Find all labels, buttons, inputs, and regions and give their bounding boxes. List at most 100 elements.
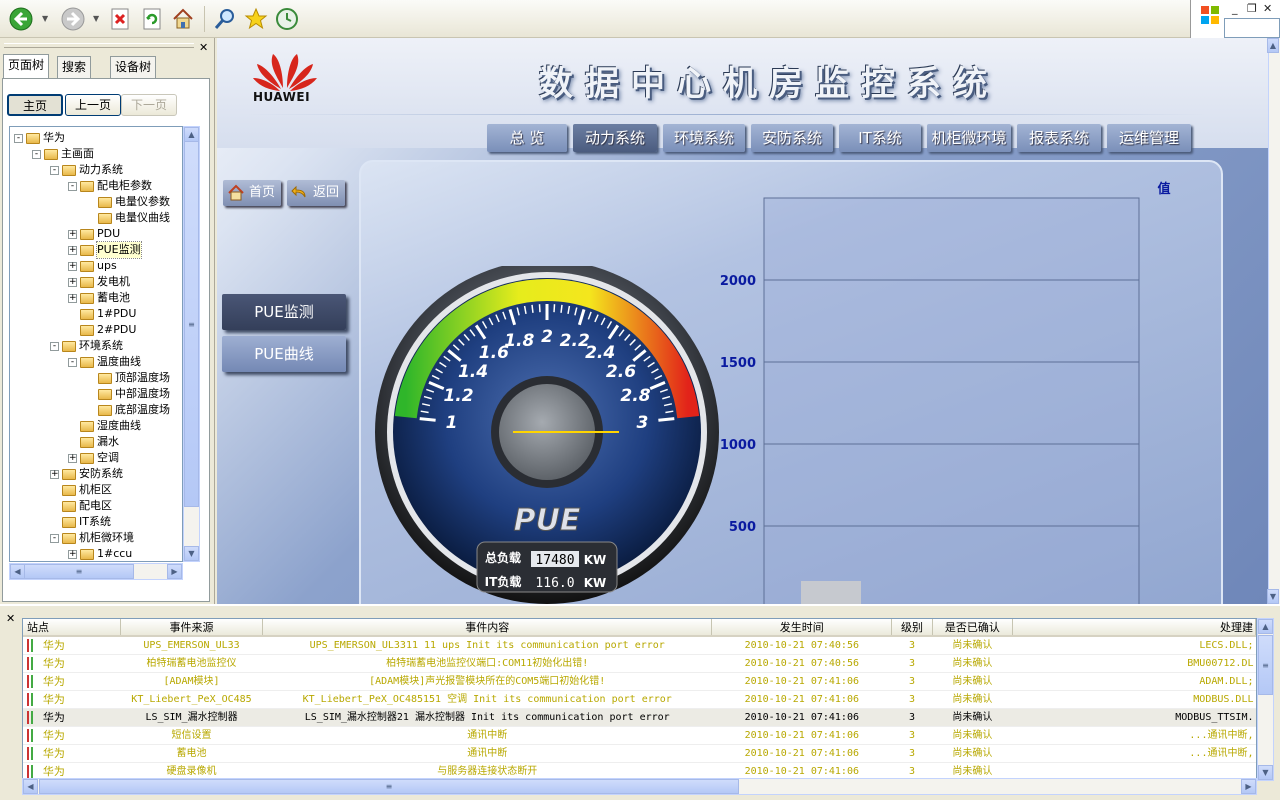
tree-expander-icon[interactable]: - bbox=[50, 165, 59, 175]
tree-node-label[interactable]: 中部温度场 bbox=[115, 386, 170, 402]
event-panel-close-icon[interactable]: ✕ bbox=[6, 612, 15, 625]
tree-node[interactable]: - 机柜微环境 bbox=[50, 530, 134, 546]
event-scroll-thumb[interactable]: ≡ bbox=[1258, 635, 1273, 695]
tab-overview[interactable]: 总 览 bbox=[487, 124, 567, 152]
scroll-left-icon[interactable]: ◀ bbox=[10, 564, 25, 579]
tree-node[interactable]: - 配电柜参数 bbox=[68, 178, 152, 194]
pue-monitor-button[interactable]: PUE监测 bbox=[222, 294, 346, 330]
tree-node[interactable]: + 发电机 bbox=[68, 274, 130, 290]
tree-node-label[interactable]: 电量仪曲线 bbox=[115, 210, 170, 226]
tree-node-label[interactable]: 湿度曲线 bbox=[97, 418, 141, 434]
tree-node[interactable]: - 温度曲线 bbox=[68, 354, 141, 370]
back-icon[interactable] bbox=[8, 6, 34, 32]
tree-expander-icon[interactable]: + bbox=[68, 277, 77, 287]
col-acknowledged[interactable]: 是否已确认 bbox=[932, 619, 1013, 637]
panel-close-icon[interactable]: ✕ bbox=[199, 41, 208, 54]
tree-node-label[interactable]: 主画面 bbox=[61, 146, 94, 162]
tree-node[interactable]: - 华为 bbox=[14, 130, 65, 146]
tab-search[interactable]: 搜索 bbox=[57, 56, 92, 78]
tab-security-system[interactable]: 安防系统 bbox=[751, 124, 833, 152]
tree-expander-icon[interactable]: + bbox=[68, 293, 77, 303]
tree-node[interactable]: + 空调 bbox=[68, 450, 119, 466]
tab-it-system[interactable]: IT系统 bbox=[839, 124, 921, 152]
tree-expander-icon[interactable]: - bbox=[50, 341, 59, 351]
tab-page-tree[interactable]: 页面树 bbox=[3, 54, 50, 78]
main-vertical-scrollbar[interactable]: ▲ ▼ bbox=[1267, 38, 1280, 604]
event-scroll-up-icon[interactable]: ▲ bbox=[1258, 619, 1273, 634]
tab-power-system[interactable]: 动力系统 bbox=[573, 124, 657, 152]
tree-node[interactable]: 1#PDU bbox=[68, 306, 136, 322]
tree-node[interactable]: 电量仪曲线 bbox=[86, 210, 170, 226]
tree-node[interactable]: + PDU bbox=[68, 226, 120, 242]
main-scroll-down-icon[interactable]: ▼ bbox=[1267, 589, 1279, 604]
tree-node-label[interactable]: 机柜区 bbox=[79, 482, 112, 498]
tree-expander-icon[interactable]: - bbox=[14, 133, 23, 143]
tree-node-label[interactable]: 底部温度场 bbox=[115, 402, 170, 418]
tree-expander-icon[interactable]: - bbox=[68, 181, 77, 191]
col-source[interactable]: 事件来源 bbox=[120, 619, 263, 637]
stop-icon[interactable] bbox=[107, 6, 133, 32]
event-scroll-right-icon[interactable]: ▶ bbox=[1241, 779, 1256, 794]
col-level[interactable]: 级别 bbox=[891, 619, 933, 637]
history-icon[interactable] bbox=[274, 6, 300, 32]
tree-expander-icon[interactable]: - bbox=[32, 149, 41, 159]
tab-cabinet-microenv[interactable]: 机柜微环境 bbox=[927, 124, 1011, 152]
close-icon[interactable]: ✕ bbox=[1263, 2, 1272, 15]
tree-node[interactable]: + PUE监测 bbox=[68, 241, 142, 259]
tree-expander-icon[interactable]: + bbox=[68, 261, 77, 271]
tree-node[interactable]: + ups bbox=[68, 258, 117, 274]
tree-node-label[interactable]: 配电柜参数 bbox=[97, 178, 152, 194]
hscroll-thumb[interactable]: ≡ bbox=[24, 564, 134, 579]
main-scroll-up-icon[interactable]: ▲ bbox=[1267, 38, 1279, 53]
back-button[interactable]: 返回 bbox=[287, 180, 346, 206]
tree-node-label[interactable]: IT系统 bbox=[79, 514, 111, 530]
tree-node-label[interactable]: 漏水 bbox=[97, 434, 119, 450]
table-row[interactable]: 华为 短信设置 通讯中断 2010-10-21 07:41:06 3 尚未确认 ...通讯中… bbox=[23, 726, 1256, 745]
restore-icon[interactable]: ❐ bbox=[1247, 2, 1257, 15]
tab-device-tree[interactable]: 设备树 bbox=[110, 56, 157, 78]
tree-node-label[interactable]: 2#PDU bbox=[97, 322, 136, 338]
tree-node-label[interactable]: 1#ccu bbox=[97, 546, 132, 561]
tree-node-label[interactable]: 动力系统 bbox=[79, 162, 123, 178]
event-horizontal-scrollbar[interactable]: ◀ ≡ ▶ bbox=[22, 778, 1257, 795]
tree-node-label[interactable]: 空调 bbox=[97, 450, 119, 466]
tree-node-label[interactable]: PUE监测 bbox=[96, 241, 142, 259]
event-scroll-down-icon[interactable]: ▼ bbox=[1258, 765, 1273, 780]
tree-node-label[interactable]: 温度曲线 bbox=[97, 354, 141, 370]
col-content[interactable]: 事件内容 bbox=[262, 619, 713, 637]
table-row[interactable]: 华为 LS_SIM_漏水控制器 LS_SIM_漏水控制器21 漏水控制器 Init … bbox=[23, 708, 1256, 727]
tree-expander-icon[interactable]: - bbox=[68, 357, 77, 367]
tree-node-label[interactable]: 华为 bbox=[43, 130, 65, 146]
scroll-right-icon[interactable]: ▶ bbox=[167, 564, 182, 579]
tree-node[interactable]: 顶部温度场 bbox=[86, 370, 170, 386]
next-page-button[interactable]: 下一页 bbox=[121, 94, 177, 116]
tree-expander-icon[interactable]: - bbox=[50, 533, 59, 543]
home-page-button[interactable]: 主页 bbox=[7, 94, 63, 116]
tree-node-label[interactable]: 电量仪参数 bbox=[115, 194, 170, 210]
tree-node-label[interactable]: 发电机 bbox=[97, 274, 130, 290]
tree-horizontal-scrollbar[interactable]: ◀ ≡ ▶ bbox=[9, 563, 183, 580]
tree-expander-icon[interactable]: + bbox=[68, 549, 77, 559]
scroll-up-icon[interactable]: ▲ bbox=[184, 127, 199, 142]
table-row[interactable]: 华为 [ADAM模块] [ADAM模块]声光报警模块所在的COM5端口初始化错! 20… bbox=[23, 672, 1256, 691]
forward-dropdown-icon[interactable]: ▼ bbox=[93, 14, 99, 23]
tree-node-label[interactable]: 1#PDU bbox=[97, 306, 136, 322]
tree-node-label[interactable]: 安防系统 bbox=[79, 466, 123, 482]
table-row[interactable]: 华为 UPS_EMERSON_UL33 UPS_EMERSON_UL3311 11 … bbox=[23, 636, 1256, 655]
tree-node[interactable]: 2#PDU bbox=[68, 322, 136, 338]
tree-node[interactable]: 湿度曲线 bbox=[68, 418, 141, 434]
tree-node[interactable]: - 主画面 bbox=[32, 146, 94, 162]
tree-expander-icon[interactable]: + bbox=[68, 229, 77, 239]
col-time[interactable]: 发生时间 bbox=[711, 619, 893, 637]
col-handler[interactable]: 处理建 bbox=[1012, 619, 1256, 637]
tab-operations[interactable]: 运维管理 bbox=[1107, 124, 1191, 152]
refresh-icon[interactable] bbox=[139, 6, 165, 32]
table-row[interactable]: 华为 柏特瑞蓄电池监控仪 柏特瑞蓄电池监控仪端口:COM11初始化出错! 2010-1… bbox=[23, 654, 1256, 673]
event-hscroll-thumb[interactable]: ≡ bbox=[39, 779, 739, 794]
tree-node[interactable]: 中部温度场 bbox=[86, 386, 170, 402]
tree-node[interactable]: 底部温度场 bbox=[86, 402, 170, 418]
tree-node-label[interactable]: 顶部温度场 bbox=[115, 370, 170, 386]
col-site[interactable]: 站点 bbox=[23, 619, 122, 637]
table-row[interactable]: 华为 蓄电池 通讯中断 2010-10-21 07:41:06 3 尚未确认 ...通讯中断… bbox=[23, 744, 1256, 763]
event-vertical-scrollbar[interactable]: ▲ ≡ ▼ bbox=[1257, 618, 1274, 781]
